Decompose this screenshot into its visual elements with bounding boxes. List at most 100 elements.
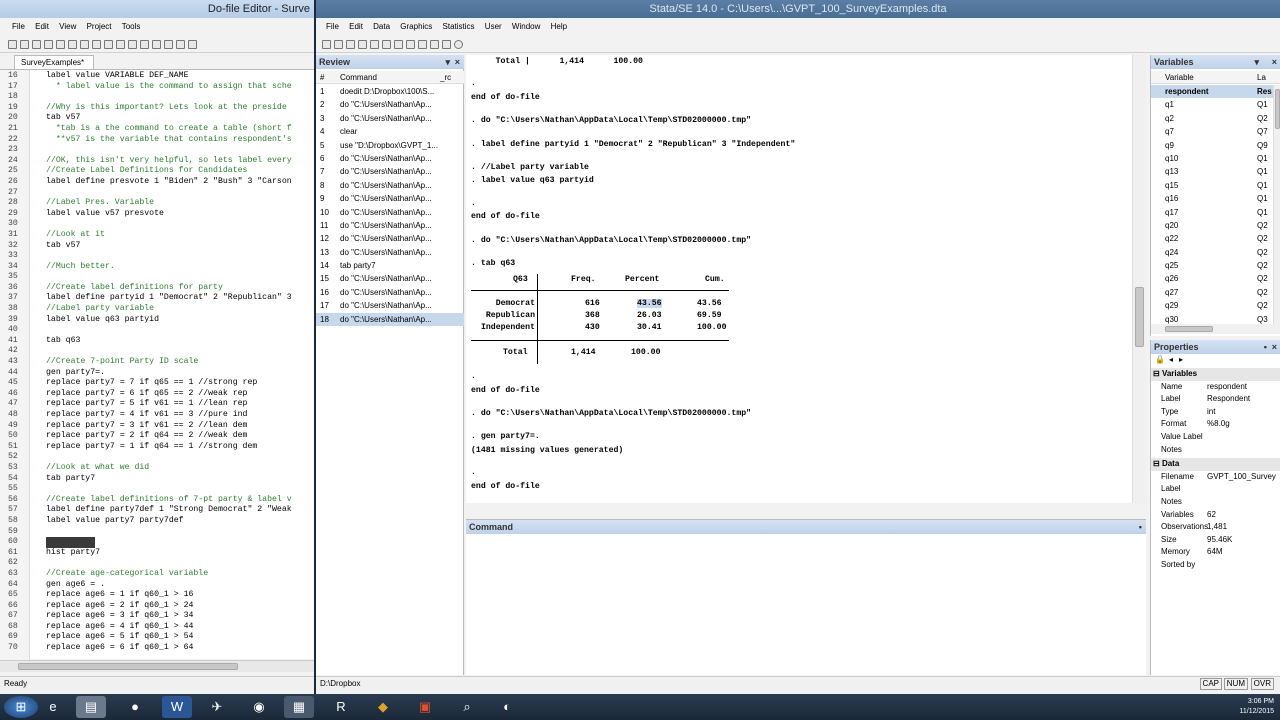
- steam-icon[interactable]: ◉: [244, 696, 274, 718]
- code-line[interactable]: 68 replace age6 = 4 if q60_1 > 44: [0, 622, 314, 633]
- code-line[interactable]: 47 replace party7 = 5 if v61 == 1 //lean …: [0, 399, 314, 410]
- code-line[interactable]: 21 *tab is a the command to create a tab…: [0, 124, 314, 135]
- review-item[interactable]: 13 do "C:\Users\Nathan\Ap...: [316, 246, 464, 259]
- review-item[interactable]: 17 do "C:\Users\Nathan\Ap...: [316, 299, 464, 312]
- code-line[interactable]: 32 tab v57: [0, 241, 314, 252]
- code-line[interactable]: 43 //Create 7-point Party ID scale: [0, 357, 314, 368]
- data-editor-icon[interactable]: [406, 40, 415, 49]
- code-line[interactable]: 40: [0, 325, 314, 336]
- code-line[interactable]: 55: [0, 484, 314, 495]
- variables-col-label[interactable]: La: [1257, 71, 1266, 84]
- review-item[interactable]: 3 do "C:\Users\Nathan\Ap...: [316, 112, 464, 125]
- code-line[interactable]: 30: [0, 219, 314, 230]
- review-item[interactable]: 15 do "C:\Users\Nathan\Ap...: [316, 272, 464, 285]
- code-line[interactable]: 51 replace party7 = 1 if q64 == 1 //stron…: [0, 442, 314, 453]
- close-icon[interactable]: ×: [1272, 340, 1277, 354]
- code-line[interactable]: 63 //Create age-categorical variable: [0, 569, 314, 580]
- variable-item[interactable]: q7 Q7: [1151, 125, 1273, 138]
- code-line[interactable]: 20 tab v57: [0, 113, 314, 124]
- variable-item[interactable]: q15 Q1: [1151, 179, 1273, 192]
- stata-menu-user[interactable]: User: [485, 22, 502, 31]
- code-line[interactable]: 39 label value q63 partyid: [0, 315, 314, 326]
- code-line[interactable]: 33: [0, 251, 314, 262]
- property-row[interactable]: Observations1,481: [1151, 521, 1280, 534]
- property-row[interactable]: Name respondent: [1151, 381, 1280, 394]
- code-line[interactable]: 16 label value VARIABLE DEF_NAME: [0, 71, 314, 82]
- save-icon[interactable]: [334, 40, 343, 49]
- code-line[interactable]: 58 label value party7 party7def: [0, 516, 314, 527]
- property-row[interactable]: Label: [1151, 483, 1280, 496]
- variable-item[interactable]: q27 Q2: [1151, 286, 1273, 299]
- clock[interactable]: 3:06 PM 11/12/2015: [1214, 697, 1274, 717]
- file-explorer-icon[interactable]: ▤: [76, 696, 106, 718]
- bird-app-icon[interactable]: ✈: [202, 696, 232, 718]
- stata-menu-file[interactable]: File: [326, 22, 339, 31]
- code-line[interactable]: 49 replace party7 = 3 if v61 == 2 //lean …: [0, 421, 314, 432]
- code-line[interactable]: 46 replace party7 = 6 if q65 == 2 //weak …: [0, 389, 314, 400]
- stata-menu-graphics[interactable]: Graphics: [400, 22, 432, 31]
- property-row[interactable]: Type int: [1151, 406, 1280, 419]
- review-item[interactable]: 16 do "C:\Users\Nathan\Ap...: [316, 286, 464, 299]
- code-line[interactable]: 65 replace age6 = 1 if q60_1 > 16: [0, 590, 314, 601]
- code-line[interactable]: 45 replace party7 = 7 if q65 == 1 //stron…: [0, 378, 314, 389]
- property-row[interactable]: Memory 64M: [1151, 546, 1280, 559]
- code-line[interactable]: 70 replace age6 = 6 if q60_1 > 64: [0, 643, 314, 654]
- code-line[interactable]: 18: [0, 92, 314, 103]
- code-line[interactable]: 22 **v57 is the variable that contains r…: [0, 135, 314, 146]
- variable-item[interactable]: q13 Q1: [1151, 165, 1273, 178]
- variable-item[interactable]: q25 Q2: [1151, 259, 1273, 272]
- review-item[interactable]: 6 do "C:\Users\Nathan\Ap...: [316, 152, 464, 165]
- property-row[interactable]: Variables 62: [1151, 509, 1280, 522]
- open-icon[interactable]: [322, 40, 331, 49]
- close-icon[interactable]: ×: [455, 55, 460, 69]
- variables-col-name[interactable]: Variable: [1165, 71, 1194, 84]
- code-line[interactable]: 25 //Create Label Definitions for Candida…: [0, 166, 314, 177]
- redo-icon[interactable]: [116, 40, 125, 49]
- print-icon[interactable]: [346, 40, 355, 49]
- variables-hscroll[interactable]: [1151, 324, 1280, 334]
- review-item[interactable]: 4 clear: [316, 125, 464, 138]
- variable-item[interactable]: q22 Q2: [1151, 232, 1273, 245]
- code-line[interactable]: 59: [0, 527, 314, 538]
- property-row[interactable]: Notes: [1151, 444, 1280, 457]
- variable-item[interactable]: q1 Q1: [1151, 98, 1273, 111]
- graph-icon[interactable]: [382, 40, 391, 49]
- ie-icon[interactable]: e: [38, 696, 68, 718]
- bookmark-icon[interactable]: [152, 40, 161, 49]
- code-line[interactable]: 28 //Label Pres. Variable: [0, 198, 314, 209]
- search-app-icon[interactable]: ⌕: [452, 696, 482, 718]
- results-vscroll[interactable]: [1132, 55, 1146, 503]
- run-icon[interactable]: [176, 40, 185, 49]
- review-item[interactable]: 12 do "C:\Users\Nathan\Ap...: [316, 232, 464, 245]
- stata-icon[interactable]: ◐: [492, 696, 522, 718]
- new-icon[interactable]: [8, 40, 17, 49]
- property-row[interactable]: Sorted by: [1151, 559, 1280, 572]
- paste-icon[interactable]: [92, 40, 101, 49]
- variable-item[interactable]: q17 Q1: [1151, 206, 1273, 219]
- code-line[interactable]: 37 label define partyid 1 "Democrat" 2 "R…: [0, 293, 314, 304]
- data-browser-icon[interactable]: [418, 40, 427, 49]
- code-line[interactable]: 35: [0, 272, 314, 283]
- review-item[interactable]: 1 doedit D:\Dropbox\100\S...: [316, 85, 464, 98]
- code-line[interactable]: 17 * label value is the command to assig…: [0, 82, 314, 93]
- property-row[interactable]: Size 95.46K: [1151, 534, 1280, 547]
- stata-menu-edit[interactable]: Edit: [349, 22, 363, 31]
- code-line[interactable]: 27: [0, 188, 314, 199]
- variable-item[interactable]: q20 Q2: [1151, 219, 1273, 232]
- review-col-rc[interactable]: _rc: [440, 71, 451, 84]
- review-item[interactable]: 9 do "C:\Users\Nathan\Ap...: [316, 192, 464, 205]
- outdent-icon[interactable]: [140, 40, 149, 49]
- property-row[interactable]: Format %8.0g: [1151, 418, 1280, 431]
- code-line[interactable]: 41 tab q63: [0, 336, 314, 347]
- review-item[interactable]: 5 use "D:\Dropbox\GVPT_1...: [316, 139, 464, 152]
- review-item[interactable]: 18 do "C:\Users\Nathan\Ap...: [316, 312, 464, 327]
- code-line[interactable]: 34 //Much better.: [0, 262, 314, 273]
- variable-item[interactable]: q26 Q2: [1151, 272, 1273, 285]
- review-item[interactable]: 8 do "C:\Users\Nathan\Ap...: [316, 179, 464, 192]
- code-line[interactable]: 66 replace age6 = 2 if q60_1 > 24: [0, 601, 314, 612]
- variable-item[interactable]: q2 Q2: [1151, 112, 1273, 125]
- indent-icon[interactable]: [128, 40, 137, 49]
- code-editor[interactable]: 16 label value VARIABLE DEF_NAME 17 * labe…: [0, 69, 314, 660]
- undo-icon[interactable]: [104, 40, 113, 49]
- more-icon[interactable]: [442, 40, 451, 49]
